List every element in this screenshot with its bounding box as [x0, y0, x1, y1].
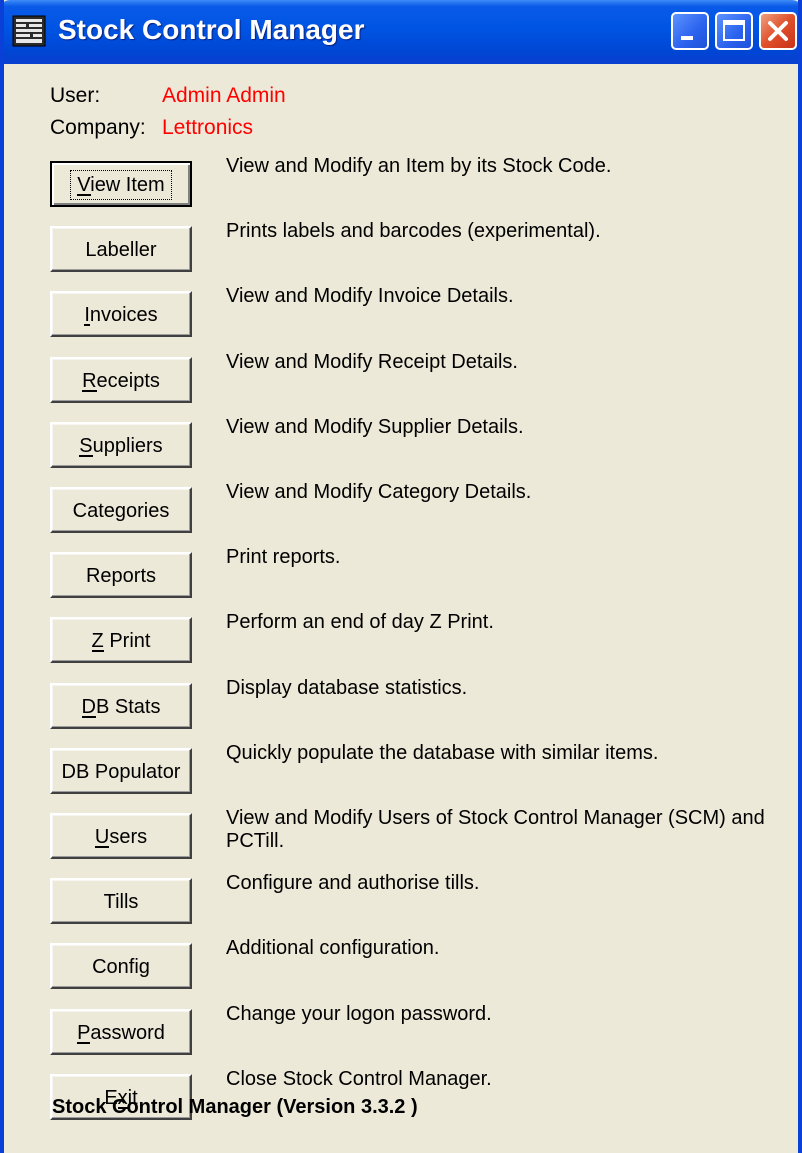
categories-button-label: Categories [72, 499, 170, 522]
minimize-button[interactable] [671, 12, 709, 50]
z-print-button[interactable]: Z Print [50, 617, 192, 663]
tills-button[interactable]: Tills [50, 878, 192, 924]
categories-button[interactable]: Categories [50, 487, 192, 533]
password-button-label: Password [77, 1021, 165, 1044]
db-stats-button-label: DB Stats [81, 695, 161, 718]
password-description: Change your logon password. [226, 1003, 492, 1025]
company-label: Company: [50, 116, 146, 139]
config-description: Additional configuration. [226, 937, 440, 959]
close-button[interactable] [759, 12, 797, 50]
db-stats-description: Display database statistics. [226, 677, 468, 699]
reports-button[interactable]: Reports [50, 552, 192, 598]
db-populator-button[interactable]: DB Populator [50, 748, 192, 794]
app-window: Stock Control Manager User: Admin Admin … [0, 0, 802, 1153]
reports-description: Print reports. [226, 546, 341, 568]
mnemonic-underline [91, 649, 104, 652]
db-stats-button[interactable]: DB Stats [50, 683, 192, 729]
user-value: Admin Admin [162, 84, 286, 107]
invoices-description: View and Modify Invoice Details. [226, 285, 514, 307]
mnemonic-underline [77, 193, 91, 196]
db-populator-button-label: DB Populator [61, 760, 181, 783]
exit-description: Close Stock Control Manager. [226, 1068, 492, 1090]
labeller-button[interactable]: Labeller [50, 226, 192, 272]
version-footer: Stock Control Manager (Version 3.3.2 ) [52, 1096, 418, 1118]
mnemonic-underline [94, 845, 110, 848]
close-icon [768, 21, 788, 41]
z-print-button-label: Z Print [91, 629, 151, 652]
view-item-button-label: View Item [70, 169, 172, 200]
minimize-icon [681, 36, 693, 40]
invoices-button[interactable]: Invoices [50, 291, 192, 337]
view-item-description: View and Modify an Item by its Stock Cod… [226, 155, 612, 177]
config-button-label: Config [92, 955, 150, 978]
receipts-button[interactable]: Receipts [50, 357, 192, 403]
company-value: Lettronics [162, 116, 254, 139]
labeller-button-label: Labeller [85, 238, 157, 261]
receipts-button-label: Receipts [82, 369, 160, 392]
maximize-icon [723, 20, 745, 41]
main-panel: User: Admin Admin Company: Lettronics Vi… [4, 64, 798, 1153]
suppliers-description: View and Modify Supplier Details. [226, 416, 524, 438]
user-label: User: [50, 84, 101, 107]
password-button[interactable]: Password [50, 1009, 192, 1055]
mnemonic-underline [84, 323, 90, 326]
config-button[interactable]: Config [50, 943, 192, 989]
labeller-description: Prints labels and barcodes (experimental… [226, 220, 601, 242]
suppliers-button[interactable]: Suppliers [50, 422, 192, 468]
stock-app-icon [12, 15, 46, 47]
invoices-button-label: Invoices [84, 303, 158, 326]
mnemonic-underline [77, 1041, 91, 1044]
window-title: Stock Control Manager [58, 14, 365, 45]
mnemonic-underline [81, 715, 96, 718]
z-print-description: Perform an end of day Z Print. [226, 611, 494, 633]
mnemonic-underline [82, 389, 97, 392]
receipts-description: View and Modify Receipt Details. [226, 351, 518, 373]
title-bar[interactable]: Stock Control Manager [4, 0, 798, 64]
view-item-button[interactable]: View Item [50, 161, 192, 207]
maximize-button[interactable] [715, 12, 753, 50]
db-populator-description: Quickly populate the database with simil… [226, 742, 659, 764]
categories-description: View and Modify Category Details. [226, 481, 532, 503]
suppliers-button-label: Suppliers [79, 434, 163, 457]
tills-description: Configure and authorise tills. [226, 872, 480, 894]
users-button-label: Users [94, 825, 148, 848]
reports-button-label: Reports [85, 564, 157, 587]
users-button[interactable]: Users [50, 813, 192, 859]
mnemonic-underline [79, 454, 93, 457]
tills-button-label: Tills [103, 890, 139, 913]
users-description: View and Modify Users of Stock Control M… [226, 807, 765, 852]
